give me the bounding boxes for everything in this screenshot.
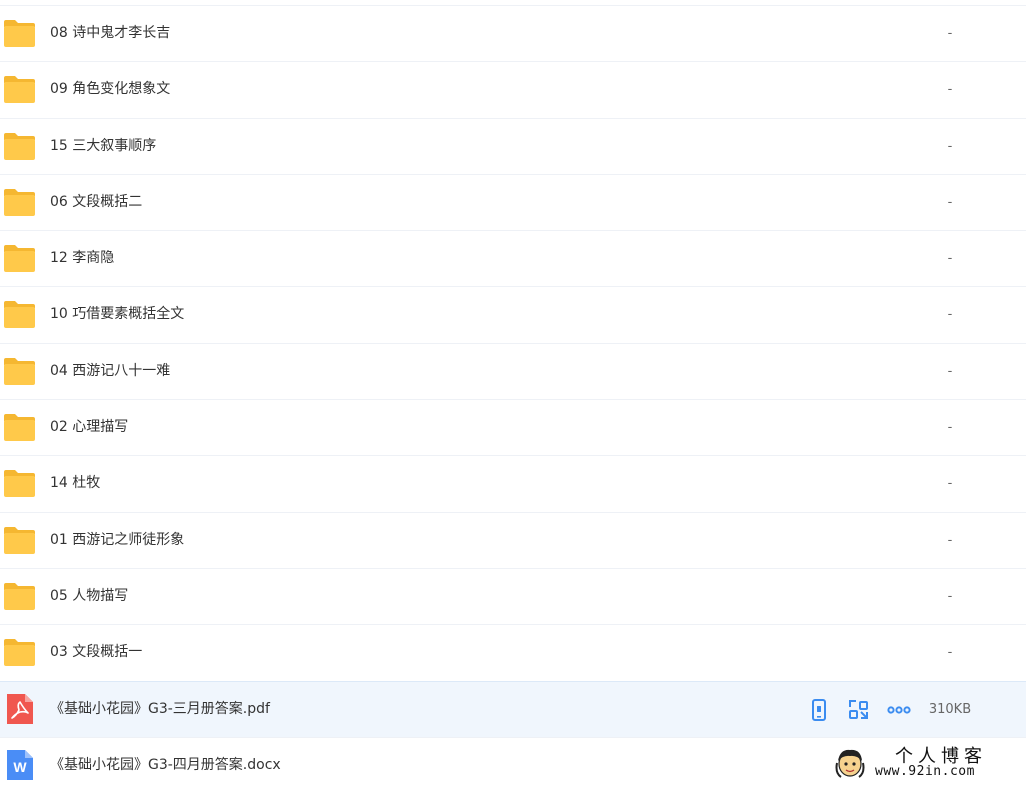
folder-icon bbox=[3, 581, 36, 611]
file-name[interactable]: 15 三大叙事顺序 bbox=[50, 119, 156, 174]
file-name[interactable]: 10 巧借要素概括全文 bbox=[50, 287, 184, 342]
file-name[interactable]: 04 西游记八十一难 bbox=[50, 344, 170, 399]
watermark: 个人博客 www.92in.com bbox=[833, 742, 1023, 784]
file-name[interactable]: 02 心理描写 bbox=[50, 400, 128, 455]
file-row[interactable]: 《基础小花园》G3-三月册答案.pdf 310KB bbox=[0, 680, 1026, 737]
file-size: - bbox=[947, 194, 953, 210]
folder-icon bbox=[3, 243, 36, 273]
folder-icon bbox=[3, 525, 36, 555]
folder-row[interactable]: 06 文段概括二 - bbox=[0, 173, 1026, 230]
row-actions bbox=[806, 697, 912, 723]
file-size: - bbox=[947, 420, 953, 436]
folder-row[interactable]: 09 角色变化想象文 - bbox=[0, 61, 1026, 117]
folder-icon bbox=[3, 74, 36, 104]
file-size: - bbox=[947, 138, 953, 154]
file-name[interactable]: 14 杜牧 bbox=[50, 456, 100, 511]
file-name[interactable]: 05 人物描写 bbox=[50, 569, 128, 624]
file-name[interactable]: 06 文段概括二 bbox=[50, 175, 142, 230]
folder-row[interactable]: 08 诗中鬼才李长吉 - bbox=[0, 5, 1026, 61]
file-name[interactable]: 09 角色变化想象文 bbox=[50, 62, 170, 117]
folder-row[interactable]: 14 杜牧 - bbox=[0, 455, 1026, 511]
file-name[interactable]: 《基础小花园》G3-四月册答案.docx bbox=[50, 738, 281, 793]
pdf-file-icon bbox=[3, 693, 36, 724]
file-name[interactable]: 08 诗中鬼才李长吉 bbox=[50, 6, 170, 61]
folder-icon bbox=[3, 299, 36, 329]
folder-icon bbox=[3, 131, 36, 161]
folder-row[interactable]: 01 西游记之师徒形象 - bbox=[0, 511, 1026, 568]
folder-icon bbox=[3, 468, 36, 498]
folder-row[interactable]: 04 西游记八十一难 - bbox=[0, 342, 1026, 399]
file-size: - bbox=[947, 476, 953, 492]
file-name[interactable]: 03 文段概括一 bbox=[50, 625, 142, 680]
file-name[interactable]: 《基础小花园》G3-三月册答案.pdf bbox=[50, 682, 270, 737]
folder-row[interactable]: 05 人物描写 - bbox=[0, 567, 1026, 624]
file-size: - bbox=[947, 363, 953, 379]
file-size: - bbox=[947, 26, 953, 41]
file-size: - bbox=[947, 307, 953, 323]
folder-row[interactable]: 12 李商隐 - bbox=[0, 230, 1026, 286]
file-size: 310KB bbox=[928, 701, 972, 717]
folder-row[interactable]: 03 文段概括一 - bbox=[0, 624, 1026, 680]
word-file-icon: W bbox=[3, 749, 36, 780]
folder-icon bbox=[3, 637, 36, 667]
phone-icon[interactable] bbox=[806, 697, 832, 723]
file-size: - bbox=[947, 251, 953, 267]
svg-text:W: W bbox=[13, 759, 27, 775]
folder-row[interactable]: 10 巧借要素概括全文 - bbox=[0, 286, 1026, 342]
folder-icon bbox=[3, 187, 36, 217]
share-link-icon[interactable] bbox=[846, 697, 872, 723]
file-size: - bbox=[947, 82, 953, 98]
file-size: - bbox=[947, 532, 953, 548]
folder-icon bbox=[3, 18, 36, 48]
watermark-url: www.92in.com bbox=[875, 764, 975, 779]
folder-icon bbox=[3, 412, 36, 442]
folder-row[interactable]: 15 三大叙事顺序 - bbox=[0, 117, 1026, 174]
file-name[interactable]: 12 李商隐 bbox=[50, 231, 114, 286]
folder-row[interactable]: 02 心理描写 - bbox=[0, 399, 1026, 455]
file-size: - bbox=[947, 588, 953, 604]
file-name[interactable]: 01 西游记之师徒形象 bbox=[50, 513, 184, 568]
folder-icon bbox=[3, 356, 36, 386]
avatar-icon bbox=[835, 749, 865, 778]
file-list: 08 诗中鬼才李长吉 -09 角色变化想象文 -15 三大叙事顺序 -06 文段概括二… bbox=[0, 5, 1026, 793]
file-size: - bbox=[947, 645, 953, 661]
